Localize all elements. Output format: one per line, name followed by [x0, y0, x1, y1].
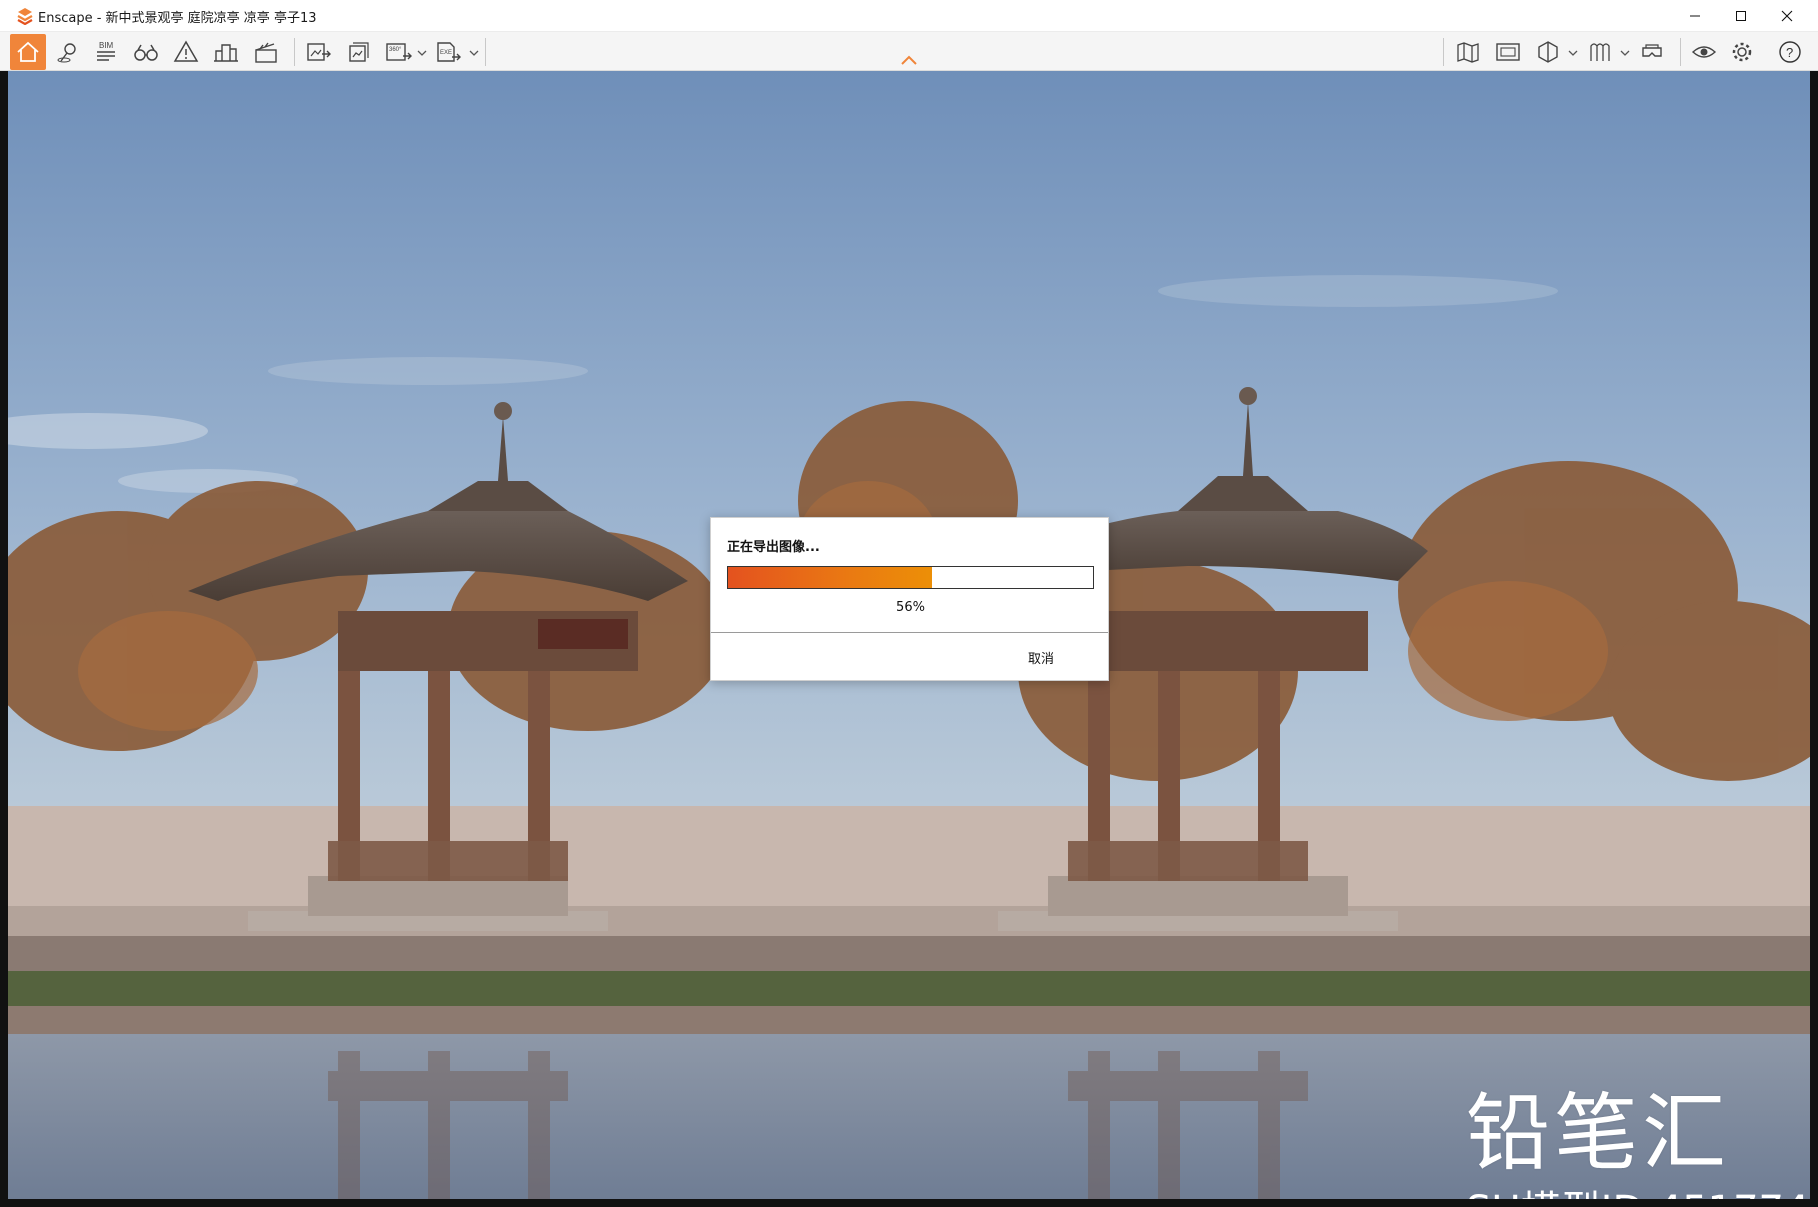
buildings-icon: [214, 44, 238, 62]
watermark-brand: 铅笔汇: [1466, 1084, 1731, 1182]
toolbar-separator: [1680, 38, 1681, 66]
enscape-logo-icon: [17, 8, 33, 25]
video-editor-button[interactable]: [248, 34, 284, 70]
watermark-model-id: SU模型ID:451774: [1466, 1178, 1809, 1199]
viewport-frame: [1810, 71, 1818, 1207]
binoculars-icon: [134, 44, 158, 61]
maximize-icon: [1736, 11, 1746, 21]
toolbar-separator: [1443, 38, 1444, 66]
map-button[interactable]: [1450, 34, 1486, 70]
bookmark-icon: [1590, 43, 1610, 61]
assets-button[interactable]: [208, 34, 244, 70]
window-title: Enscape - 新中式景观亭 庭院凉亭 凉亭 亭子13: [38, 11, 317, 26]
location-pin-icon: [57, 43, 76, 63]
viewport-frame: [0, 1199, 1818, 1207]
bim-icon: BIM: [97, 41, 115, 61]
screenshot-button[interactable]: [1490, 34, 1526, 70]
panorama-button[interactable]: 360°: [380, 34, 416, 70]
bim-label: BIM: [99, 41, 114, 50]
issues-button[interactable]: [168, 34, 204, 70]
help-button[interactable]: ?: [1772, 34, 1808, 70]
export-exe-icon: EXE: [437, 42, 461, 62]
settings-button[interactable]: [1724, 34, 1760, 70]
export-exe-button[interactable]: EXE: [430, 34, 466, 70]
view-mode-button[interactable]: [1530, 34, 1566, 70]
export-image-button[interactable]: [300, 34, 336, 70]
progress-percentage: 56%: [896, 600, 925, 615]
home-icon: [17, 41, 39, 62]
view-button[interactable]: [128, 34, 164, 70]
batch-export-button[interactable]: [340, 34, 376, 70]
maximize-button[interactable]: [1718, 0, 1764, 32]
map-icon: [1457, 42, 1479, 63]
visibility-button[interactable]: [1686, 34, 1722, 70]
clapperboard-icon: [255, 42, 277, 63]
cube-icon: [1538, 41, 1558, 63]
screenshot-icon: [1496, 43, 1520, 61]
progress-bar-fill: [728, 567, 933, 588]
bim-button[interactable]: BIM: [88, 34, 124, 70]
panorama-label: 360°: [389, 47, 402, 53]
minimize-icon: [1690, 15, 1700, 17]
dialog-divider: [711, 632, 1108, 633]
warning-icon: [173, 40, 199, 62]
exe-label: EXE: [440, 50, 452, 56]
svg-text:?: ?: [1786, 45, 1793, 60]
cancel-button[interactable]: 取消: [981, 644, 1101, 674]
chevron-down-icon[interactable]: [417, 48, 427, 58]
home-button[interactable]: [10, 34, 46, 70]
vr-headset-icon: [1642, 44, 1662, 57]
visibility-icon: [1691, 46, 1717, 58]
chevron-down-icon[interactable]: [469, 48, 479, 58]
close-button[interactable]: [1764, 0, 1810, 32]
toolbar-separator: [294, 38, 295, 66]
export-progress-dialog: 正在导出图像... 56% 取消: [710, 517, 1109, 681]
chevron-down-icon[interactable]: [1620, 48, 1630, 58]
toolbar: BIM 360° EXE ?: [0, 32, 1818, 71]
close-icon: [1781, 10, 1793, 22]
minimize-button[interactable]: [1672, 0, 1718, 32]
dialog-title: 正在导出图像...: [727, 540, 820, 555]
batch-export-icon: [349, 42, 369, 62]
export-image-icon: [307, 43, 331, 61]
bookmark-button[interactable]: [1582, 34, 1618, 70]
enscape-window: Enscape - 新中式景观亭 庭院凉亭 凉亭 亭子13 BIM 360° E…: [0, 0, 1818, 1207]
location-button[interactable]: [50, 34, 86, 70]
panorama-360-icon: 360°: [386, 43, 412, 61]
collapse-toolbar-icon[interactable]: [900, 54, 918, 66]
viewport-frame: [0, 71, 8, 1207]
help-icon: ?: [1779, 41, 1801, 63]
toolbar-separator: [485, 38, 486, 66]
progress-bar: [727, 566, 1094, 589]
chevron-down-icon[interactable]: [1568, 48, 1578, 58]
vr-button[interactable]: [1634, 34, 1670, 70]
settings-icon: [1732, 42, 1752, 62]
title-bar: Enscape - 新中式景观亭 庭院凉亭 凉亭 亭子13: [0, 0, 1818, 32]
